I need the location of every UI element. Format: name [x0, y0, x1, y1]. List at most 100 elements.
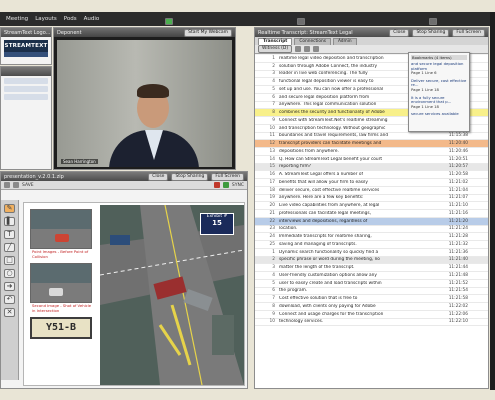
tab-transcript[interactable]: Transcript: [258, 38, 293, 45]
delete-icon[interactable]: ✕: [4, 308, 15, 317]
thumb-caption-1: Point Images - Before Point of Collision: [32, 249, 89, 259]
transcript-row[interactable]: 9 Connect and usage charges for the trans…: [255, 311, 488, 319]
tab-connections[interactable]: Connections: [294, 38, 331, 45]
popup-title: Bookmarks (4 items): [411, 55, 467, 60]
transcript-row[interactable]: 14 Q. How can StreamText Legal benefit yo…: [255, 156, 488, 164]
logo-underline: [4, 52, 48, 57]
transcript-text: download, with clients only paying for A…: [279, 303, 376, 309]
attendee-row[interactable]: [4, 94, 48, 100]
close-button[interactable]: Close: [389, 28, 410, 37]
speaker-select[interactable]: Witness (D): [258, 45, 293, 53]
stop-sharing-button[interactable]: Stop Sharing: [412, 28, 450, 37]
right-edge-strip: [490, 12, 495, 390]
timestamp: 11:20:46: [448, 148, 468, 154]
full-screen-button[interactable]: Full Screen: [211, 172, 244, 181]
webcam-icon[interactable]: [296, 17, 305, 25]
line-number: 23: [269, 226, 275, 232]
menu-pods[interactable]: Pods: [64, 16, 77, 22]
annotation-toolbar: ✎ ▌ T ╱ □ ○ ➜ ↶ ✕: [1, 200, 19, 380]
transcript-row[interactable]: 18 deliver secure, cost effective realtim…: [255, 187, 488, 195]
bookmark-item[interactable]: It is a fully secure environment that p.…: [411, 95, 467, 110]
menu-layouts[interactable]: Layouts: [35, 16, 57, 22]
attendee-row[interactable]: [4, 86, 48, 92]
transcript-text: benefits that will allow your firm to ea…: [279, 179, 368, 185]
transcript-row[interactable]: 22 interviews and depositions, regardless…: [255, 217, 488, 226]
bookmark-item[interactable]: secure services available: [411, 112, 467, 117]
transcript-row[interactable]: 3 matter the length of the transcript. 11:…: [255, 264, 488, 272]
transcript-row[interactable]: 6 the program. 11:21:54: [255, 288, 488, 296]
save-label[interactable]: SAVE: [22, 183, 34, 188]
bookmark-item[interactable]: and secure legal deposition platform Pag…: [411, 61, 467, 76]
transcript-row[interactable]: 8 download, with clients only paying for …: [255, 303, 488, 311]
forward-icon[interactable]: [13, 182, 19, 188]
collision-photo-1[interactable]: [30, 209, 92, 249]
line-number: 21: [269, 210, 275, 216]
transcript-row[interactable]: 2 specific phrase or word during the meet…: [255, 256, 488, 265]
ellipse-tool-icon[interactable]: ○: [4, 269, 15, 278]
transcript-row[interactable]: 15 reporting firm? 11:20:57: [255, 163, 488, 172]
timestamp: 11:20:57: [448, 164, 468, 170]
full-screen-button[interactable]: Full Screen: [452, 28, 485, 37]
timestamp: 11:21:54: [448, 288, 468, 294]
status-icon[interactable]: [428, 17, 437, 25]
transcript-row[interactable]: 11 boundaries and travel requirements, la…: [255, 133, 488, 141]
line-tool-icon[interactable]: ╱: [4, 243, 15, 252]
transcript-text: transcript providers can facilitate meet…: [279, 141, 382, 147]
play-icon[interactable]: [222, 182, 229, 188]
transcript-row[interactable]: 17 benefits that will allow your firm to …: [255, 179, 488, 187]
transcript-row[interactable]: 5 user to easily create and load transcri…: [255, 280, 488, 288]
highlighter-icon[interactable]: ▌: [4, 217, 15, 226]
transcript-text: Immediate transcripts for realtime shari…: [279, 234, 372, 240]
timestamp: 11:21:04: [448, 187, 468, 193]
arrow-tool-icon[interactable]: ➜: [4, 282, 15, 291]
search-icon[interactable]: [304, 46, 311, 52]
transcript-row[interactable]: 25 saving and managing of transcripts. 11:…: [255, 241, 488, 249]
transcript-row[interactable]: 24 Immediate transcripts for realtime sha…: [255, 233, 488, 241]
start-webcam-button[interactable]: Start My Webcam: [184, 28, 232, 37]
timestamp: 11:21:58: [448, 296, 468, 302]
back-icon[interactable]: [4, 182, 10, 188]
microphone-icon[interactable]: [164, 17, 173, 25]
attendee-row[interactable]: [4, 78, 48, 84]
transcript-text: technology services.: [279, 319, 324, 325]
attendees-title-bar: [1, 67, 51, 76]
bookmark-item[interactable]: Deliver secure, cost effective re... Pag…: [411, 78, 467, 93]
transcript-row[interactable]: 23 location. 11:21:24: [255, 226, 488, 234]
pencil-icon[interactable]: ✎: [4, 204, 15, 213]
line-number: 14: [269, 156, 275, 162]
line-number: 8: [272, 303, 275, 309]
transcript-row[interactable]: 10 technology services. 11:22:10: [255, 319, 488, 327]
transcript-row[interactable]: 13 depositions from anywhere. 11:20:46: [255, 148, 488, 156]
text-tool-icon[interactable]: T: [4, 230, 15, 239]
print-icon[interactable]: [313, 46, 320, 52]
sync-label[interactable]: SYNC: [232, 183, 244, 188]
transcript-row[interactable]: 20 Live video capabilities from anywhere,…: [255, 202, 488, 210]
transcript-row[interactable]: 7 Cost effective solution that is free to…: [255, 295, 488, 303]
transcript-row[interactable]: 19 anywhere. Here are a few key benefits:…: [255, 195, 488, 203]
transcript-row[interactable]: 16 A. StreamText Legal offers a number of…: [255, 171, 488, 179]
transcript-row[interactable]: 12 transcript providers can facilitate me…: [255, 140, 488, 148]
transcript-row[interactable]: 4 User-friendly customization options all…: [255, 272, 488, 280]
close-share-button[interactable]: Close: [148, 172, 169, 181]
stop-icon[interactable]: [213, 182, 220, 188]
tab-admin[interactable]: Admin: [332, 38, 357, 45]
transcript-text: user to easily create and load transcrip…: [279, 280, 382, 286]
image-thumbnails: Point Images - Before Point of Collision…: [26, 205, 96, 385]
transcript-row[interactable]: 21 professionals can facilitate legal mee…: [255, 210, 488, 218]
line-number: 22: [269, 218, 275, 224]
line-number: 7: [272, 296, 275, 302]
menu-audio[interactable]: Audio: [84, 16, 100, 22]
collision-photo-2[interactable]: [30, 263, 92, 303]
transcript-text: deliver secure, cost effective realtime …: [279, 187, 380, 193]
rectangle-tool-icon[interactable]: □: [4, 256, 15, 265]
undo-icon[interactable]: ↶: [4, 295, 15, 304]
line-number: 1: [272, 249, 275, 255]
bookmark-icon[interactable]: [295, 46, 302, 52]
transcript-text: Q. How can StreamText Legal benefit your…: [279, 156, 383, 162]
line-number: 4: [272, 79, 275, 85]
stop-sharing-button[interactable]: Stop Sharing: [171, 172, 209, 181]
license-plate-photo[interactable]: Y51-B: [30, 317, 92, 339]
menu-meeting[interactable]: Meeting: [6, 16, 28, 22]
transcript-row[interactable]: 1 Dynamic search functionality so quickly…: [255, 249, 488, 257]
bookmark-page: Page 1 Line 6: [411, 70, 437, 76]
